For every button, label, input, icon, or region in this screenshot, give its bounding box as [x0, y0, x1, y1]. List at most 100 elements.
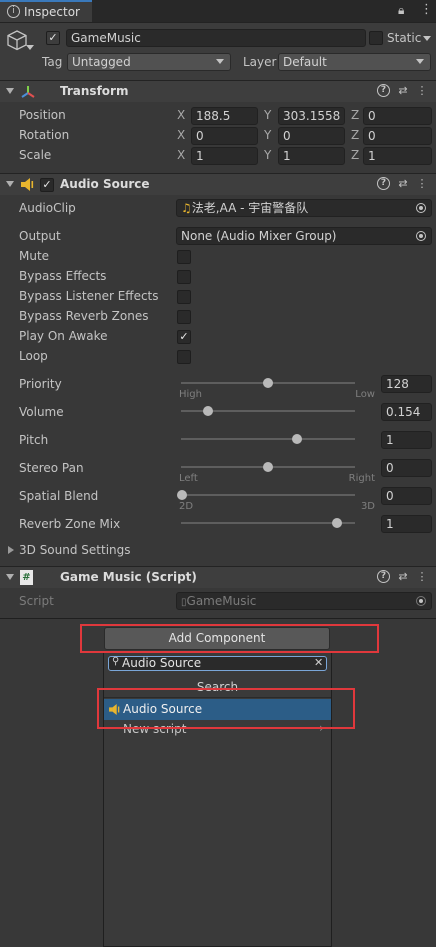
- stereo-pan-value-input[interactable]: 0: [381, 459, 432, 477]
- toggle-label: Play On Awake: [19, 329, 108, 343]
- volume-slider-handle[interactable]: [203, 406, 214, 416]
- more-options-icon[interactable]: ⋮: [415, 84, 429, 98]
- rotation-z-input[interactable]: 0: [363, 127, 432, 145]
- axis-z-label[interactable]: Z: [351, 108, 359, 122]
- transform-header[interactable]: Transform ? ⇄ ⋮: [0, 80, 436, 102]
- static-checkbox[interactable]: [369, 31, 383, 45]
- preset-sliders-icon[interactable]: ⇄: [396, 177, 410, 191]
- reverb-zone-mix-slider-track[interactable]: [181, 522, 355, 524]
- audio-source-enabled-checkbox[interactable]: ✓: [40, 178, 54, 192]
- rotation-x-input[interactable]: 0: [191, 127, 258, 145]
- axis-y-label[interactable]: Y: [264, 128, 271, 142]
- spatial-blend-slider-track[interactable]: [181, 494, 355, 496]
- preset-sliders-icon[interactable]: ⇄: [396, 570, 410, 584]
- layer-dropdown[interactable]: Default: [278, 53, 431, 71]
- tab-inspector[interactable]: i Inspector: [0, 0, 92, 22]
- script-field: ▯GameMusic: [176, 592, 432, 610]
- scale-x-input[interactable]: 1: [191, 147, 258, 165]
- volume-value-input[interactable]: 0.154: [381, 403, 432, 421]
- csharp-script-icon: #: [20, 570, 33, 585]
- position-y-input[interactable]: 303.1558: [278, 107, 345, 125]
- axis-x-label[interactable]: X: [177, 128, 185, 142]
- more-options-icon[interactable]: ⋮: [415, 570, 429, 584]
- help-icon[interactable]: ?: [377, 84, 390, 97]
- slider-label: Pitch: [19, 433, 49, 447]
- audioclip-label: AudioClip: [19, 201, 76, 215]
- pitch-value-input[interactable]: 1: [381, 431, 432, 449]
- reverb-zone-mix-slider-handle[interactable]: [331, 518, 342, 528]
- music-note-icon: ♫: [181, 201, 192, 215]
- slider-max-label: Low: [355, 389, 375, 400]
- object-picker-icon[interactable]: [416, 231, 426, 241]
- stereo-pan-slider-handle[interactable]: [263, 462, 273, 472]
- slider-label: Reverb Zone Mix: [19, 517, 121, 531]
- clear-search-icon[interactable]: ✕: [314, 656, 323, 669]
- object-name-input[interactable]: GameMusic: [66, 29, 366, 47]
- object-picker-icon[interactable]: [416, 203, 426, 213]
- slider-label: Priority: [19, 377, 62, 391]
- position-z-input[interactable]: 0: [363, 107, 432, 125]
- position-x-input[interactable]: 188.5: [191, 107, 258, 125]
- help-icon[interactable]: ?: [377, 177, 390, 190]
- priority-value-input[interactable]: 128: [381, 375, 432, 393]
- loop-checkbox[interactable]: [177, 350, 191, 364]
- sound-settings-foldout[interactable]: 3D Sound Settings: [19, 543, 131, 557]
- axis-x-label[interactable]: X: [177, 148, 185, 162]
- scale-y-input[interactable]: 1: [278, 147, 345, 165]
- script-header[interactable]: # Game Music (Script) ? ⇄ ⋮: [0, 566, 436, 588]
- play-on-awake-checkbox[interactable]: ✓: [177, 330, 191, 344]
- axis-z-label[interactable]: Z: [351, 128, 359, 142]
- bypass-listener-effects-checkbox[interactable]: [177, 290, 191, 304]
- foldout-arrow-icon[interactable]: [8, 546, 14, 554]
- layer-label: Layer: [243, 55, 277, 69]
- scale-z-input[interactable]: 1: [363, 147, 432, 165]
- tag-label: Tag: [42, 55, 63, 69]
- script-field-label: Script: [19, 594, 54, 608]
- foldout-arrow-icon[interactable]: [6, 574, 14, 580]
- lock-icon[interactable]: 🔒︎: [398, 3, 408, 17]
- speaker-icon: [21, 178, 34, 191]
- foldout-arrow-icon[interactable]: [6, 88, 14, 94]
- preset-sliders-icon[interactable]: ⇄: [396, 84, 410, 98]
- more-options-icon[interactable]: ⋮: [420, 2, 433, 17]
- output-field[interactable]: None (Audio Mixer Group): [176, 227, 432, 245]
- transform-title: Transform: [60, 84, 129, 98]
- spatial-blend-value-input[interactable]: 0: [381, 487, 432, 505]
- slider-label: Stereo Pan: [19, 461, 84, 475]
- axis-x-label[interactable]: X: [177, 108, 185, 122]
- highlight-audio-source-result: [97, 688, 355, 729]
- pitch-slider-handle[interactable]: [292, 434, 303, 444]
- priority-slider-handle[interactable]: [263, 378, 273, 388]
- axis-z-label[interactable]: Z: [351, 148, 359, 162]
- pitch-slider-track[interactable]: [181, 438, 355, 440]
- gameobject-cube-icon: [7, 30, 27, 51]
- toggle-label: Bypass Reverb Zones: [19, 309, 149, 323]
- rotation-y-input[interactable]: 0: [278, 127, 345, 145]
- audioclip-field[interactable]: ♫法老,AA - 宇宙警备队: [176, 199, 432, 217]
- script-enabled-checkbox[interactable]: [40, 571, 54, 585]
- static-dropdown-arrow[interactable]: [423, 36, 431, 41]
- slider-min-label: Left: [179, 473, 198, 484]
- mute-checkbox[interactable]: [177, 250, 191, 264]
- output-label: Output: [19, 229, 61, 243]
- more-options-icon[interactable]: ⋮: [415, 177, 429, 191]
- chevron-down-icon[interactable]: [26, 45, 34, 50]
- reverb-zone-mix-value-input[interactable]: 1: [381, 515, 432, 533]
- object-active-checkbox[interactable]: ✓: [46, 31, 60, 45]
- search-input[interactable]: ⚲ Audio Source ✕: [108, 656, 327, 671]
- slider-min-label: High: [179, 389, 202, 400]
- help-icon[interactable]: ?: [377, 570, 390, 583]
- axis-y-label[interactable]: Y: [264, 148, 271, 162]
- spatial-blend-slider-handle[interactable]: [177, 490, 187, 500]
- object-picker-icon: [416, 596, 426, 606]
- audio-source-header[interactable]: ✓ Audio Source ? ⇄ ⋮: [0, 173, 436, 195]
- axis-y-label[interactable]: Y: [264, 108, 271, 122]
- tab-title: Inspector: [24, 5, 80, 19]
- tag-dropdown[interactable]: Untagged: [67, 53, 231, 71]
- slider-max-label: 3D: [360, 501, 375, 512]
- transform-row-label: Rotation: [19, 128, 70, 142]
- foldout-arrow-icon[interactable]: [6, 181, 14, 187]
- bypass-effects-checkbox[interactable]: [177, 270, 191, 284]
- chevron-down-icon: [216, 59, 224, 64]
- bypass-reverb-zones-checkbox[interactable]: [177, 310, 191, 324]
